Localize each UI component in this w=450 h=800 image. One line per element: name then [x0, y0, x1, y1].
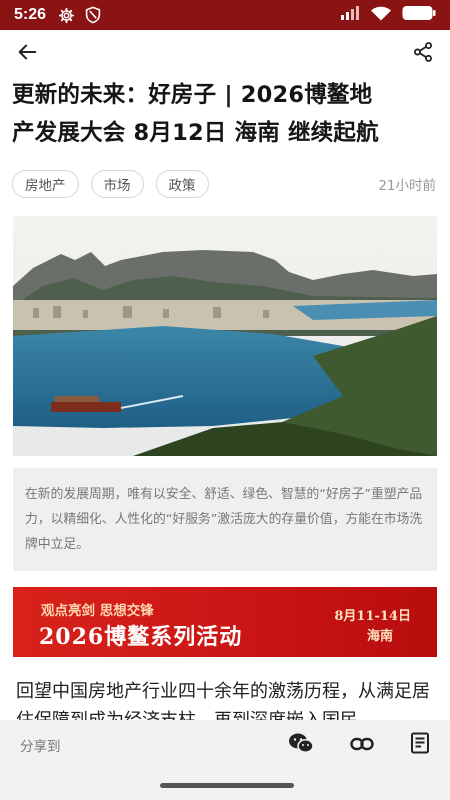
banner-main-text: 2026博鳌系列活动 [39, 624, 243, 650]
wifi-icon [370, 5, 392, 25]
navigation-area [0, 770, 450, 800]
tag-market[interactable]: 市场 [90, 170, 144, 198]
battery-icon [402, 5, 436, 25]
share-bar: 分享到 [0, 720, 450, 770]
document-icon[interactable] [410, 732, 430, 758]
back-button[interactable] [12, 37, 42, 67]
share-label: 分享到 [20, 739, 61, 755]
wechat-icon[interactable] [288, 732, 314, 758]
status-time: 5:26 [14, 6, 47, 23]
arrow-left-icon [18, 44, 37, 60]
status-bar: 5:26 [0, 0, 450, 30]
share-button[interactable] [408, 37, 438, 67]
share-icons [288, 732, 430, 758]
article-body: 回望中国房地产行业四十余年的激荡历程，从满足居住保障到成为经济支柱，再到深度嵌入… [16, 681, 430, 720]
title-line-1: 更新的未来：好房子 | 2026博鳌地 [12, 82, 373, 108]
image-caption: 在新的发展周期，唯有以安全、舒适、绿色、智慧的“好房子”重塑产品力，以精细化、人… [13, 468, 437, 571]
share-nodes-icon [414, 42, 432, 62]
article-content[interactable]: 更新的未来：好房子 | 2026博鳌地 产发展大会 8月12日 海南 继续起航 … [0, 74, 450, 720]
home-indicator[interactable] [160, 783, 294, 788]
shield-icon [85, 6, 101, 24]
tag-policy[interactable]: 政策 [155, 170, 209, 198]
event-banner[interactable]: 观点亮剑 思想交锋 2026博鳌系列活动 8月11-14日 海南 [13, 587, 437, 657]
publish-time: 21小时前 [378, 178, 436, 194]
banner-place: 海南 [366, 629, 393, 644]
article-title: 更新的未来：好房子 | 2026博鳌地 产发展大会 8月12日 海南 继续起航 [12, 76, 436, 152]
link-icon[interactable] [350, 736, 374, 755]
settings-gear-icon [58, 7, 75, 24]
tag-real-estate[interactable]: 房地产 [12, 170, 79, 198]
signal-icon [340, 5, 360, 25]
meta-row: 房地产 市场 政策 21小时前 [12, 170, 436, 198]
coastal-city-photo[interactable] [13, 216, 437, 456]
banner-date: 8月11-14日 [334, 609, 411, 624]
banner-top-text: 观点亮剑 思想交锋 [41, 603, 154, 619]
app-bar [0, 30, 450, 74]
title-line-2: 产发展大会 8月12日 海南 继续起航 [12, 120, 379, 146]
